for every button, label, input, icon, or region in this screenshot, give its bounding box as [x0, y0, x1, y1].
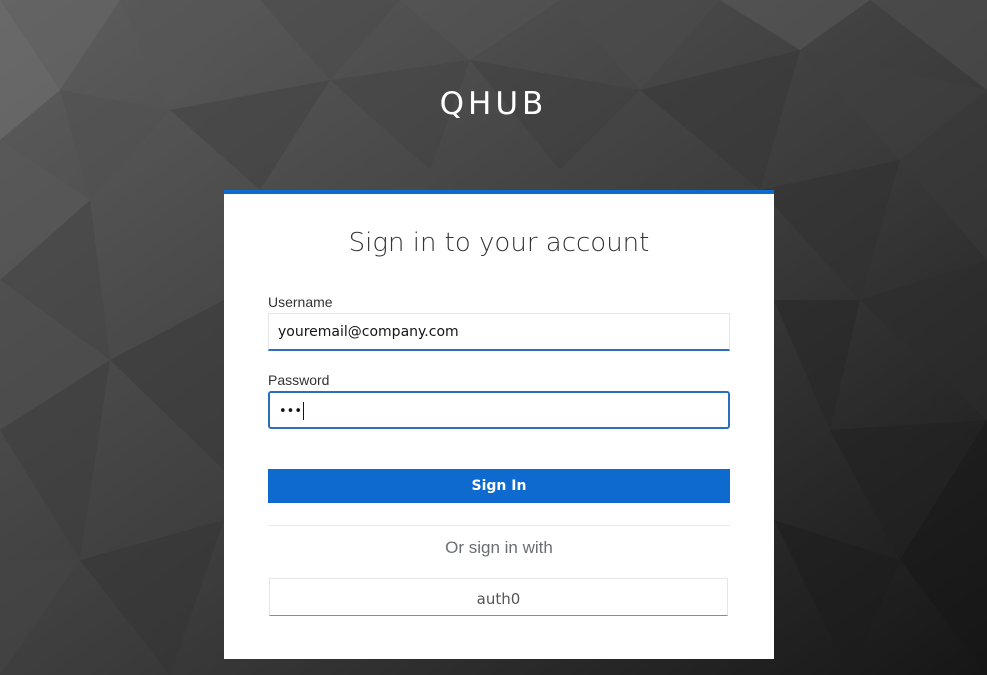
page-title: Sign in to your account — [348, 228, 650, 258]
alt-sign-in-label: Or sign in with — [445, 538, 553, 557]
auth0-provider-button[interactable]: auth0 — [269, 578, 728, 616]
username-input[interactable]: youremail@company.com — [268, 313, 730, 351]
sign-in-button[interactable]: Sign In — [268, 469, 730, 503]
brand-logo-text: QHUB — [439, 86, 548, 122]
divider — [268, 525, 730, 526]
password-input[interactable]: ••• — [268, 391, 730, 429]
password-label: Password — [268, 372, 330, 388]
login-card: Sign in to your account Username yourema… — [224, 190, 774, 659]
password-masked-value: ••• — [279, 404, 303, 419]
text-caret — [303, 402, 305, 420]
username-label: Username — [268, 294, 333, 310]
